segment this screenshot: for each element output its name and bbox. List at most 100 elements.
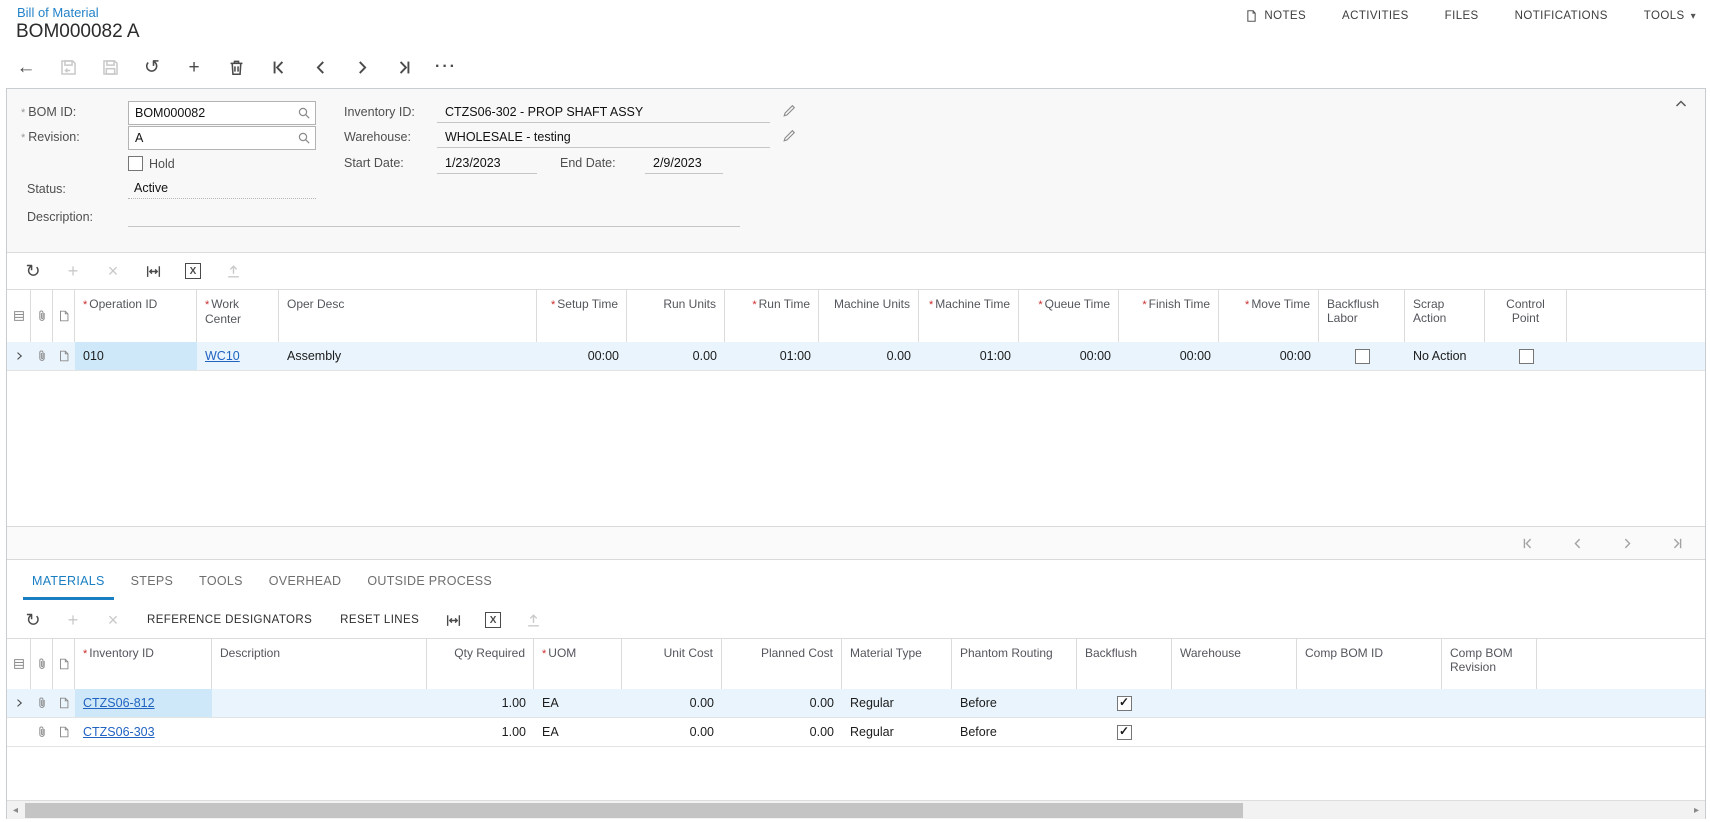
col-header-move-time[interactable]: *Move Time [1219, 290, 1319, 342]
add-row-icon[interactable]: + [61, 608, 85, 632]
notes-menu-button[interactable]: NOTES [1245, 9, 1306, 23]
col-header-comp-bom-id[interactable]: Comp BOM ID [1297, 639, 1442, 689]
cell-queue-time[interactable]: 00:00 [1019, 342, 1119, 370]
inventory-id-link[interactable]: CTZS06-303 [83, 725, 155, 739]
col-header-control-point[interactable]: Control Point [1485, 290, 1567, 342]
reference-designators-button[interactable]: REFERENCE DESIGNATORS [141, 614, 318, 626]
control-point-checkbox[interactable] [1519, 349, 1534, 364]
note-icon[interactable] [53, 342, 75, 370]
cell-setup-time[interactable]: 00:00 [537, 342, 627, 370]
lookup-magnifier-icon[interactable] [296, 105, 312, 121]
row-expander-icon[interactable] [7, 689, 31, 717]
backflush-checkbox[interactable] [1117, 725, 1132, 740]
start-date-value[interactable]: 1/23/2023 [437, 152, 537, 174]
cell-comp-bom-revision[interactable] [1442, 718, 1537, 746]
col-header-material-type[interactable]: Material Type [842, 639, 952, 689]
reset-lines-button[interactable]: RESET LINES [334, 614, 425, 626]
cell-unit-cost[interactable]: 0.00 [622, 689, 722, 717]
col-header-uom[interactable]: *UOM [534, 639, 622, 689]
col-header-comp-bom-revision[interactable]: Comp BOM Revision [1442, 639, 1537, 689]
paperclip-icon[interactable] [31, 342, 53, 370]
delete-row-icon[interactable]: × [101, 259, 125, 283]
pager-next-icon[interactable] [1617, 533, 1637, 553]
paperclip-icon[interactable] [31, 718, 53, 746]
add-row-icon[interactable]: + [61, 259, 85, 283]
col-header-queue-time[interactable]: *Queue Time [1019, 290, 1119, 342]
cell-comp-bom-revision[interactable] [1442, 689, 1537, 717]
col-header-run-units[interactable]: Run Units [627, 290, 725, 342]
warehouse-value[interactable]: WHOLESALE - testing [437, 126, 770, 148]
cell-run-units[interactable]: 0.00 [627, 342, 725, 370]
delete-row-icon[interactable]: × [101, 608, 125, 632]
cell-oper-desc[interactable]: Assembly [279, 342, 537, 370]
cell-finish-time[interactable]: 00:00 [1119, 342, 1219, 370]
col-header-machine-time[interactable]: *Machine Time [919, 290, 1019, 342]
scroll-left-icon[interactable]: ◂ [7, 801, 24, 819]
cell-warehouse[interactable] [1172, 689, 1297, 717]
add-new-record-button[interactable]: + [182, 55, 206, 79]
cell-work-center[interactable]: WC10 [197, 342, 279, 370]
save-button[interactable] [98, 55, 122, 79]
col-header-planned-cost[interactable]: Planned Cost [722, 639, 842, 689]
cell-warehouse[interactable] [1172, 718, 1297, 746]
cell-material-type[interactable]: Regular [842, 689, 952, 717]
scroll-right-icon[interactable]: ▸ [1688, 801, 1705, 819]
more-actions-button[interactable]: ··· [434, 55, 458, 79]
cell-machine-units[interactable]: 0.00 [819, 342, 919, 370]
tab-tools[interactable]: TOOLS [186, 560, 256, 602]
cell-description[interactable] [212, 718, 427, 746]
cell-machine-time[interactable]: 01:00 [919, 342, 1019, 370]
cell-qty-required[interactable]: 1.00 [427, 718, 534, 746]
cell-comp-bom-id[interactable] [1297, 718, 1442, 746]
col-header-warehouse[interactable]: Warehouse [1172, 639, 1297, 689]
bom-id-field[interactable] [128, 101, 316, 125]
cell-planned-cost[interactable]: 0.00 [722, 689, 842, 717]
files-menu-button[interactable]: FILES [1445, 10, 1479, 22]
paperclip-icon[interactable] [31, 689, 53, 717]
cell-planned-cost[interactable]: 0.00 [722, 718, 842, 746]
col-header-machine-units[interactable]: Machine Units [819, 290, 919, 342]
upload-icon[interactable] [221, 259, 245, 283]
work-center-link[interactable]: WC10 [205, 349, 240, 363]
note-icon[interactable] [53, 718, 75, 746]
col-header-scrap-action[interactable]: Scrap Action [1405, 290, 1485, 342]
refresh-icon[interactable]: ↻ [21, 608, 45, 632]
tools-menu-button[interactable]: TOOLS▾ [1644, 10, 1696, 22]
cell-unit-cost[interactable]: 0.00 [622, 718, 722, 746]
material-row[interactable]: CTZS06-303 1.00 EA 0.00 0.00 Regular Bef… [7, 718, 1705, 747]
paperclip-icon[interactable] [31, 290, 53, 342]
breadcrumb-link[interactable]: Bill of Material [17, 5, 99, 20]
inventory-id-value[interactable]: CTZS06-302 - PROP SHAFT ASSY [437, 101, 770, 123]
col-header-inventory-id[interactable]: *Inventory ID [75, 639, 212, 689]
previous-record-button[interactable] [308, 55, 332, 79]
upload-icon[interactable] [521, 608, 545, 632]
cell-qty-required[interactable]: 1.00 [427, 689, 534, 717]
row-expander-icon[interactable] [7, 342, 31, 370]
tab-outside-process[interactable]: OUTSIDE PROCESS [354, 560, 505, 602]
col-header-backflush[interactable]: Backflush [1077, 639, 1172, 689]
cell-phantom-routing[interactable]: Before [952, 718, 1077, 746]
export-to-excel-icon[interactable]: X [481, 608, 505, 632]
col-header-finish-time[interactable]: *Finish Time [1119, 290, 1219, 342]
activities-menu-button[interactable]: ACTIVITIES [1342, 10, 1409, 22]
cell-inventory-id[interactable]: CTZS06-303 [75, 718, 212, 746]
description-input[interactable] [128, 205, 740, 227]
horizontal-scrollbar[interactable]: ◂ ▸ [7, 800, 1705, 819]
cell-backflush[interactable] [1077, 689, 1172, 717]
col-header-work-center[interactable]: *Work Center [197, 290, 279, 342]
lookup-magnifier-icon[interactable] [296, 130, 312, 146]
cell-material-type[interactable]: Regular [842, 718, 952, 746]
cell-comp-bom-id[interactable] [1297, 689, 1442, 717]
cell-scrap-action[interactable]: No Action [1405, 342, 1485, 370]
col-header-description[interactable]: Description [212, 639, 427, 689]
cell-backflush-labor[interactable] [1319, 342, 1405, 370]
next-record-button[interactable] [350, 55, 374, 79]
revision-input[interactable] [129, 127, 315, 149]
col-header-qty-required[interactable]: Qty Required [427, 639, 534, 689]
col-header-setup-time[interactable]: *Setup Time [537, 290, 627, 342]
tab-overhead[interactable]: OVERHEAD [256, 560, 355, 602]
cell-phantom-routing[interactable]: Before [952, 689, 1077, 717]
edit-warehouse-pencil-icon[interactable] [781, 128, 799, 146]
col-header-phantom-routing[interactable]: Phantom Routing [952, 639, 1077, 689]
cell-inventory-id[interactable]: CTZS06-812 [75, 689, 212, 717]
